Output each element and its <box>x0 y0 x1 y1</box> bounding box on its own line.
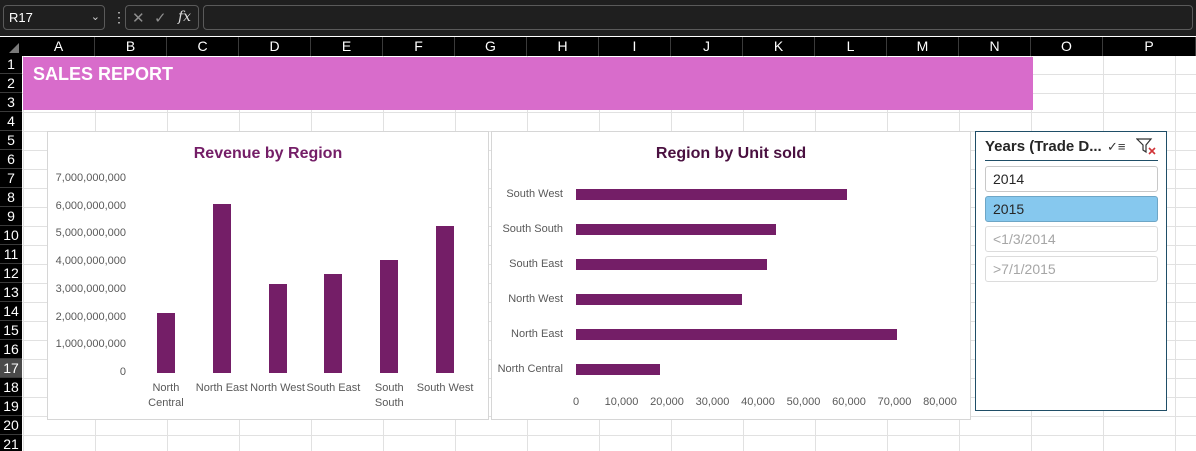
x-tick-label: South <box>374 397 404 409</box>
slicer-item-2014[interactable]: 2014 <box>985 166 1158 192</box>
column-header[interactable]: P <box>1103 37 1196 56</box>
row-header[interactable]: 4 <box>0 112 22 131</box>
formula-bar: R17 ⌄ ⋮ ✕ ✓ fx <box>0 0 1196 36</box>
bar[interactable] <box>380 259 399 373</box>
x-tick-label: Central <box>148 397 184 409</box>
column-header[interactable]: K <box>743 37 815 56</box>
row-header[interactable]: 13 <box>0 283 22 302</box>
row-header[interactable]: 14 <box>0 302 22 321</box>
row-header[interactable]: 1 <box>0 55 22 74</box>
confirm-icon[interactable]: ✓ <box>154 9 167 27</box>
y-tick-label: 0 <box>119 366 126 378</box>
row-header[interactable]: 19 <box>0 397 22 416</box>
y-tick-label: 3,000,000,000 <box>55 282 126 295</box>
bar[interactable] <box>212 203 231 373</box>
y-tick-label: 2,000,000,000 <box>55 310 126 323</box>
column-header[interactable]: M <box>887 37 959 56</box>
row-header[interactable]: 17 <box>0 359 22 378</box>
column-header[interactable]: B <box>95 37 167 56</box>
row-header[interactable]: 10 <box>0 226 22 245</box>
column-header[interactable]: F <box>383 37 455 56</box>
formula-buttons: ✕ ✓ fx <box>125 5 199 30</box>
column-header[interactable]: E <box>311 37 383 56</box>
slicer-item-2015[interactable]: 2015 <box>985 196 1158 222</box>
slicer-divider <box>985 160 1158 161</box>
bar[interactable] <box>576 189 847 200</box>
name-box[interactable]: R17 ⌄ <box>3 5 105 30</box>
chart-title: Revenue by Region <box>193 145 343 162</box>
row-header[interactable]: 6 <box>0 150 22 169</box>
y-tick-label: 5,000,000,000 <box>55 227 126 240</box>
column-header[interactable]: A <box>23 37 95 56</box>
column-header[interactable]: G <box>455 37 527 56</box>
chart-title: Region by Unit sold <box>655 145 807 162</box>
clear-filter-icon[interactable] <box>1136 137 1156 155</box>
bar[interactable] <box>268 283 287 373</box>
report-banner[interactable]: SALES REPORT <box>23 57 1033 110</box>
y-tick-label: South South <box>502 222 563 235</box>
bar[interactable] <box>156 313 175 373</box>
bar[interactable] <box>576 329 897 340</box>
row-header[interactable]: 16 <box>0 340 22 359</box>
y-tick-label: 4,000,000,000 <box>55 255 126 268</box>
column-header[interactable]: N <box>959 37 1031 56</box>
column-header[interactable]: I <box>599 37 671 56</box>
insert-function-icon[interactable]: fx <box>178 9 191 25</box>
row-header[interactable]: 5 <box>0 131 22 150</box>
row-headers: 1 2 3 4 5 6 7 8 9 10 11 12 13 14 15 16 17 18 19 20 21 <box>0 56 22 451</box>
y-tick-label: South West <box>506 187 563 200</box>
row-header[interactable]: 15 <box>0 321 22 340</box>
bar[interactable] <box>576 294 743 305</box>
row-header[interactable]: 7 <box>0 169 22 188</box>
y-tick-label: North Central <box>497 362 563 375</box>
name-box-value: R17 <box>9 10 33 25</box>
column-header[interactable]: C <box>167 37 239 56</box>
y-tick-label: North West <box>508 292 563 305</box>
column-headers: ABCDEFGHIJKLMNOP <box>0 37 1196 56</box>
row-header[interactable]: 21 <box>0 435 22 451</box>
years-slicer[interactable]: Years (Trade D... ✓≡ 2014 2015 <1/3/2014… <box>975 131 1167 411</box>
y-tick-label: 7,000,000,000 <box>55 172 126 184</box>
column-header[interactable]: L <box>815 37 887 56</box>
y-tick-label: South East <box>509 257 563 270</box>
y-tick-label: North East <box>511 327 563 340</box>
bar[interactable] <box>576 364 661 375</box>
row-header[interactable]: 12 <box>0 264 22 283</box>
slicer-item-before-range[interactable]: <1/3/2014 <box>985 226 1158 252</box>
revenue-by-region-chart[interactable]: Revenue by Region 0 1,000,000,000 2,000,00… <box>47 131 489 420</box>
row-header[interactable]: 2 <box>0 74 22 93</box>
x-tick-label: 80,000 <box>923 396 957 408</box>
bar[interactable] <box>576 259 768 270</box>
column-header[interactable]: H <box>527 37 599 56</box>
more-options-icon[interactable]: ⋮ <box>112 9 126 25</box>
row-header[interactable]: 11 <box>0 245 22 264</box>
column-header[interactable]: O <box>1031 37 1103 56</box>
select-all-button[interactable] <box>0 37 22 56</box>
region-by-unit-sold-chart[interactable]: Region by Unit sold 0 10,000 20,000 30,000 4… <box>491 131 971 420</box>
row-header[interactable]: 3 <box>0 93 22 112</box>
y-tick-label: 6,000,000,000 <box>55 199 126 212</box>
bar[interactable] <box>576 224 777 235</box>
y-tick-label: 1,000,000,000 <box>55 338 126 351</box>
row-header[interactable]: 18 <box>0 378 22 397</box>
row-header[interactable]: 8 <box>0 188 22 207</box>
bar[interactable] <box>436 225 455 373</box>
formula-input[interactable] <box>203 5 1193 30</box>
report-title: SALES REPORT <box>33 64 174 84</box>
column-header[interactable]: J <box>671 37 743 56</box>
excel-window: R17 ⌄ ⋮ ✕ ✓ fx ABCDEFGHIJKLMNOP 12345678… <box>0 0 1196 451</box>
cancel-icon[interactable]: ✕ <box>132 9 145 27</box>
column-header[interactable]: D <box>239 37 311 56</box>
row-header[interactable]: 20 <box>0 416 22 435</box>
slicer-item-after-range[interactable]: >7/1/2015 <box>985 256 1158 282</box>
slicer-title: Years (Trade D... <box>985 138 1102 155</box>
x-tick-label: South West <box>416 382 474 394</box>
multi-select-icon[interactable]: ✓≡ <box>1107 139 1125 155</box>
row-header[interactable]: 9 <box>0 207 22 226</box>
chevron-down-icon[interactable]: ⌄ <box>91 6 100 29</box>
bar[interactable] <box>324 274 343 373</box>
